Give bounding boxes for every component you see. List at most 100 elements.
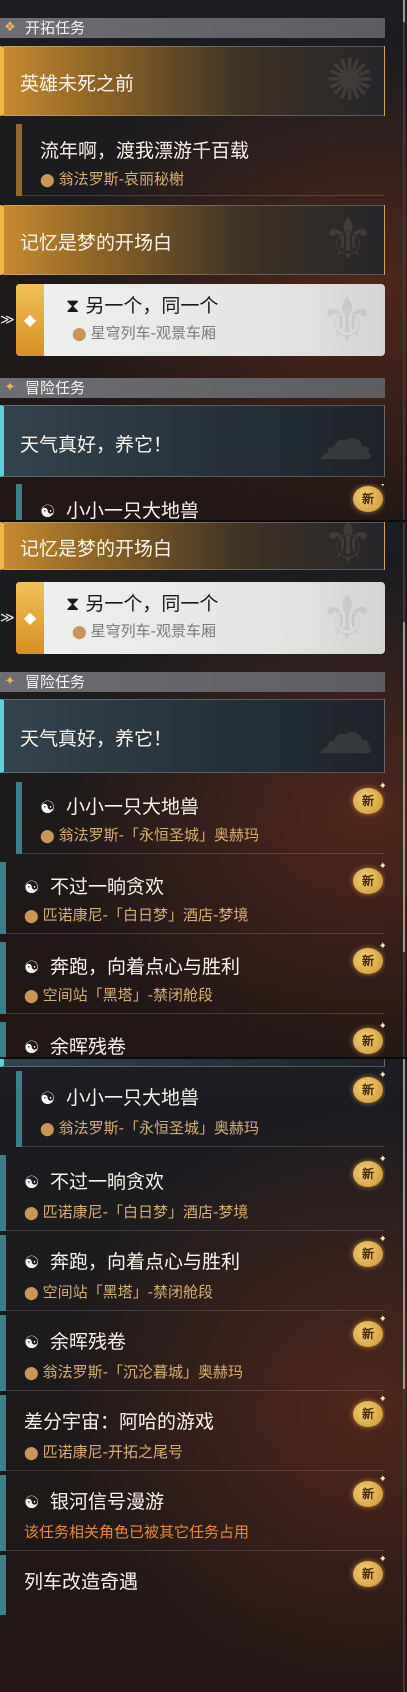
companion-quest-icon: ☯: [40, 798, 56, 818]
quest-remnant-clipped[interactable]: ☯ 余晖残卷 新 ✦: [0, 1022, 385, 1057]
quest-title: 记忆是梦的开场白: [20, 232, 173, 254]
quest-card-memory[interactable]: 记忆是梦的开场白 ⚜: [0, 522, 385, 570]
quest-title: 流年啊，渡我漂游千百载: [40, 140, 250, 162]
new-badge-icon: 新 ✦: [353, 1235, 385, 1267]
quest-beast[interactable]: ☯ 小小一只大地兽 ⬤ 翁法罗斯-「永恒圣城」奥赫玛 新 ✦: [16, 1071, 385, 1147]
quest-title: ⧗ 另一个，同一个: [66, 593, 219, 615]
new-badge-icon: 新 ✦: [353, 1555, 385, 1587]
quest-galaxy[interactable]: ☯ 银河信号漫游 该任务相关角色已被其它任务占用 新 ✦: [0, 1475, 385, 1551]
location-pin-icon: ⬤: [24, 1446, 39, 1461]
section-header-adventure: ✦ 冒险任务: [0, 378, 385, 398]
companion-quest-icon: ☯: [40, 1089, 56, 1109]
selected-marker-icon: ◆: [16, 284, 44, 356]
diamond-star-icon: ✦: [4, 674, 16, 689]
quest-status-warning: 该任务相关角色已被其它任务占用: [24, 1523, 250, 1541]
diamond-star-icon: ✦: [4, 380, 16, 395]
quest-title: 天气真好，养它！: [20, 434, 173, 456]
quest-active-another[interactable]: ◆ ⧗ 另一个，同一个 ⬤ 星穹列车-观景车厢 ⚜: [16, 284, 385, 356]
quest-fun[interactable]: ☯ 不过一晌贪欢 ⬤ 匹诺康尼-「白日梦」酒店-梦境 新 ✦: [0, 1155, 385, 1231]
screen-segment-3: ☯ 小小一只大地兽 ⬤ 翁法罗斯-「永恒圣城」奥赫玛 新 ✦ ☯ 不过一晌贪欢 ⬤ 匹诺康…: [0, 1059, 407, 1692]
section-header-adventure: ✦ 冒险任务: [0, 672, 385, 692]
new-badge-icon: 新 ✦: [353, 1395, 385, 1427]
scrollbar[interactable]: [403, 522, 405, 1057]
quest-card-weather[interactable]: 天气真好，养它！ ☁: [0, 405, 385, 477]
new-badge-icon: 新 ✦: [353, 1022, 385, 1054]
new-badge-icon: 新 ✦: [353, 484, 385, 512]
quest-card-weather[interactable]: 天气真好，养它！ ☁: [0, 699, 385, 773]
quest-title: ☯ 奔跑，向着点心与胜利: [24, 956, 241, 978]
companion-quest-icon: ☯: [24, 1493, 40, 1513]
quest-title: ☯ 小小一只大地兽: [40, 796, 200, 818]
companion-quest-icon: ☯: [40, 502, 56, 520]
beast-decoration: ☁: [316, 699, 374, 767]
quest-title: ☯ 银河信号漫游: [24, 1491, 165, 1513]
scrollbar[interactable]: [403, 0, 405, 520]
new-badge-icon: 新 ✦: [353, 1315, 385, 1347]
quest-location: ⬤ 翁法罗斯-哀丽秘榭: [40, 170, 184, 188]
quest-title: 差分宇宙：阿哈的游戏: [24, 1411, 215, 1433]
quest-location: ⬤ 翁法罗斯-「沉沦暮城」奥赫玛: [24, 1363, 243, 1381]
screen-segment-2: 记忆是梦的开场白 ⚜ ≫ ◆ ⧗ 另一个，同一个 ⬤ 星穹列车-观景车厢 ⚜ ✦ …: [0, 522, 407, 1057]
selected-marker-icon: ◆: [16, 582, 44, 654]
companion-quest-icon: ☯: [24, 1333, 40, 1353]
quest-title: ☯ 奔跑，向着点心与胜利: [24, 1251, 241, 1273]
quest-drift[interactable]: 流年啊，渡我漂游千百载 ⬤ 翁法罗斯-哀丽秘榭: [16, 124, 385, 196]
companion-quest-icon: ☯: [24, 878, 40, 898]
sword-decoration: ⚜: [319, 283, 375, 356]
quest-location: ⬤ 匹诺康尼-「白日梦」酒店-梦境: [24, 1203, 249, 1221]
quest-fun[interactable]: ☯ 不过一晌贪欢 ⬤ 匹诺康尼-「白日梦」酒店-梦境 新 ✦: [0, 862, 385, 934]
quest-location: ⬤ 翁法罗斯-「永恒圣城」奥赫玛: [40, 826, 259, 844]
location-pin-icon: ⬤: [24, 1206, 39, 1221]
quest-title: 英雄未死之前: [20, 73, 135, 95]
location-pin-icon: ⬤: [72, 625, 87, 640]
quest-run[interactable]: ☯ 奔跑，向着点心与胜利 ⬤ 空间站「黑塔」-禁闭舱段 新 ✦: [0, 1235, 385, 1311]
hourglass-icon: ⧗: [66, 593, 86, 615]
quest-title: ⧗ 另一个，同一个: [66, 295, 219, 317]
hourglass-icon: ⧗: [66, 295, 86, 317]
location-pin-icon: ⬤: [24, 1366, 39, 1381]
companion-quest-icon: ☯: [24, 1253, 40, 1273]
crest-decoration: ✺: [325, 46, 374, 114]
quest-run[interactable]: ☯ 奔跑，向着点心与胜利 ⬤ 空间站「黑塔」-禁闭舱段 新 ✦: [0, 942, 385, 1014]
quest-location: ⬤ 星穹列车-观景车厢: [72, 324, 216, 342]
section-header-trailblaze: ❖ 开拓任务: [0, 18, 385, 38]
screen-segment-1: ❖ 开拓任务 英雄未死之前 ✺ 流年啊，渡我漂游千百载 ⬤ 翁法罗斯-哀丽秘榭 记…: [0, 0, 407, 520]
quest-location: ⬤ 匹诺康尼-开拓之尾号: [24, 1443, 183, 1461]
quest-train[interactable]: 列车改造奇遇 新 ✦: [0, 1555, 385, 1615]
companion-quest-icon: ☯: [24, 958, 40, 978]
companion-quest-icon: ☯: [24, 1173, 40, 1193]
quest-aha[interactable]: 差分宇宙：阿哈的游戏 ⬤ 匹诺康尼-开拓之尾号 新 ✦: [0, 1395, 385, 1471]
quest-active-another[interactable]: ◆ ⧗ 另一个，同一个 ⬤ 星穹列车-观景车厢 ⚜: [16, 582, 385, 654]
quest-card-weather-clipped[interactable]: [0, 1059, 385, 1067]
selection-pointer-icon: ≫: [0, 610, 15, 626]
quest-beast[interactable]: ☯ 小小一只大地兽 ⬤ 翁法罗斯-「永恒圣城」奥赫玛 新 ✦: [16, 782, 385, 854]
quest-card-memory[interactable]: 记忆是梦的开场白 ⚜: [0, 205, 385, 275]
location-pin-icon: ⬤: [40, 173, 55, 188]
location-pin-icon: ⬤: [40, 1122, 55, 1137]
quest-title: ☯ 余晖残卷: [24, 1036, 127, 1057]
scrollbar[interactable]: [403, 1059, 405, 1692]
quest-remnant[interactable]: ☯ 余晖残卷 ⬤ 翁法罗斯-「沉沦暮城」奥赫玛 新 ✦: [0, 1315, 385, 1391]
quest-title: ☯ 小小一只大地兽: [40, 500, 200, 520]
diamond-star-icon: ❖: [4, 20, 16, 35]
quest-beast[interactable]: ☯ 小小一只大地兽 新 ✦: [16, 484, 385, 520]
new-badge-icon: 新 ✦: [353, 1155, 385, 1187]
new-badge-icon: 新 ✦: [353, 862, 385, 894]
quest-location: ⬤ 空间站「黑塔」-禁闭舱段: [24, 986, 213, 1004]
quest-title: ☯ 余晖残卷: [24, 1331, 127, 1353]
quest-title: ☯ 不过一晌贪欢: [24, 1171, 165, 1193]
sword-decoration: ⚜: [322, 205, 374, 273]
new-badge-icon: 新 ✦: [353, 1475, 385, 1507]
new-badge-icon: 新 ✦: [353, 942, 385, 974]
quest-location: ⬤ 匹诺康尼-「白日梦」酒店-梦境: [24, 906, 249, 924]
quest-location: ⬤ 翁法罗斯-「永恒圣城」奥赫玛: [40, 1119, 259, 1137]
new-badge-icon: 新 ✦: [353, 1071, 385, 1103]
quest-title: 记忆是梦的开场白: [20, 538, 173, 560]
location-pin-icon: ⬤: [72, 327, 87, 342]
quest-title: ☯ 小小一只大地兽: [40, 1087, 200, 1109]
quest-card-hero[interactable]: 英雄未死之前 ✺: [0, 46, 385, 116]
quest-location: ⬤ 空间站「黑塔」-禁闭舱段: [24, 1283, 213, 1301]
location-pin-icon: ⬤: [24, 1286, 39, 1301]
sword-decoration: ⚜: [319, 581, 375, 654]
selection-pointer-icon: ≫: [0, 312, 15, 328]
